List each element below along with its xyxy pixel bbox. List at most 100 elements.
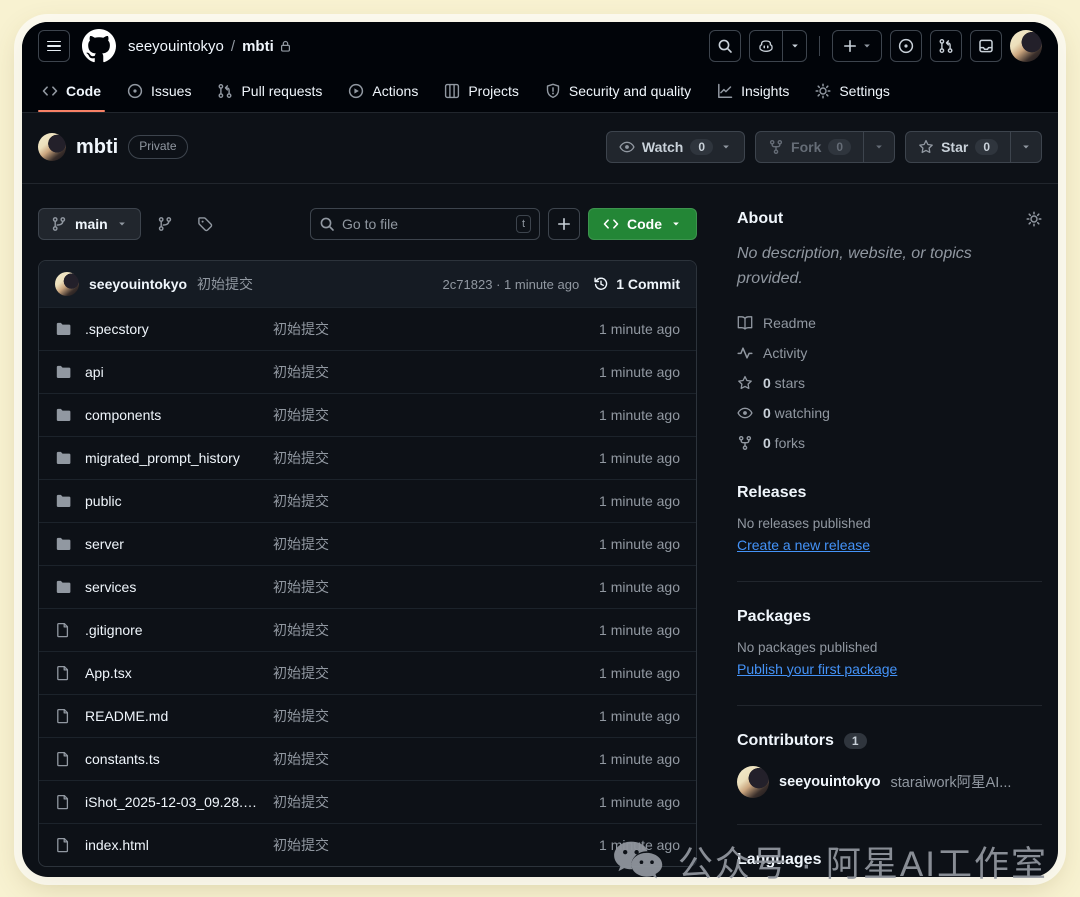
file-row[interactable]: iShot_2025-12-03_09.28.1... 初始提交 1 minut…: [39, 780, 696, 823]
file-name-link[interactable]: components: [85, 407, 259, 423]
file-commit-message-link[interactable]: 初始提交: [273, 448, 585, 468]
file-row[interactable]: components 初始提交 1 minute ago: [39, 393, 696, 436]
file-commit-message-link[interactable]: 初始提交: [273, 534, 585, 554]
star-button[interactable]: Star 0: [905, 131, 1042, 163]
file-commit-message-link[interactable]: 初始提交: [273, 620, 585, 640]
branch-selector[interactable]: main: [38, 208, 141, 240]
file-name-link[interactable]: server: [85, 536, 259, 552]
file-name-link[interactable]: public: [85, 493, 259, 509]
tab-code[interactable]: Code: [32, 70, 111, 112]
file-row[interactable]: server 初始提交 1 minute ago: [39, 522, 696, 565]
file-row[interactable]: migrated_prompt_history 初始提交 1 minute ag…: [39, 436, 696, 479]
publish-package-link[interactable]: Publish your first package: [737, 661, 897, 677]
inbox-button[interactable]: [970, 30, 1002, 62]
go-to-file-search[interactable]: t: [310, 208, 540, 240]
about-item-watching[interactable]: 0 watching: [737, 398, 1042, 428]
file-name-link[interactable]: iShot_2025-12-03_09.28.1...: [85, 794, 259, 810]
file-name-link[interactable]: index.html: [85, 837, 259, 853]
file-commit-time: 1 minute ago: [599, 794, 680, 810]
file-commit-message-link[interactable]: 初始提交: [273, 362, 585, 382]
repo-owner-avatar[interactable]: [38, 133, 66, 161]
file-name-link[interactable]: services: [85, 579, 259, 595]
search-button[interactable]: [709, 30, 741, 62]
file-name-link[interactable]: api: [85, 364, 259, 380]
folder-icon: [55, 450, 71, 466]
commit-author-avatar[interactable]: [55, 272, 79, 296]
create-new-button[interactable]: [832, 30, 882, 62]
file-commit-message-link[interactable]: 初始提交: [273, 405, 585, 425]
about-item-forks[interactable]: 0 forks: [737, 428, 1042, 458]
tab-actions[interactable]: Actions: [338, 70, 428, 112]
branches-button[interactable]: [149, 208, 181, 240]
branches-icon: [157, 216, 173, 232]
git-branch-icon: [51, 216, 67, 232]
create-new-caret-icon: [861, 40, 873, 52]
file-row[interactable]: App.tsx 初始提交 1 minute ago: [39, 651, 696, 694]
breadcrumb-owner-link[interactable]: seeyouintokyo: [128, 38, 224, 55]
add-file-button[interactable]: [548, 208, 580, 240]
file-commit-message-link[interactable]: 初始提交: [273, 319, 585, 339]
fork-button[interactable]: Fork 0: [755, 131, 895, 163]
copilot-chevron-down-icon[interactable]: [782, 31, 806, 61]
tags-button[interactable]: [189, 208, 221, 240]
folder-icon: [55, 407, 71, 423]
file-row[interactable]: README.md 初始提交 1 minute ago: [39, 694, 696, 737]
latest-commit-bar[interactable]: seeyouintokyo 初始提交 2c71823 · 1 minute ag…: [39, 261, 696, 307]
file-row[interactable]: constants.ts 初始提交 1 minute ago: [39, 737, 696, 780]
file-row[interactable]: .specstory 初始提交 1 minute ago: [39, 307, 696, 350]
issues-dashboard-button[interactable]: [890, 30, 922, 62]
commit-author[interactable]: seeyouintokyo: [89, 276, 187, 292]
file-row[interactable]: public 初始提交 1 minute ago: [39, 479, 696, 522]
copilot-button[interactable]: [749, 30, 807, 62]
file-commit-message-link[interactable]: 初始提交: [273, 577, 585, 597]
file-commit-message-link[interactable]: 初始提交: [273, 792, 585, 812]
tab-issues[interactable]: Issues: [117, 70, 201, 112]
file-name-link[interactable]: .gitignore: [85, 622, 259, 638]
commit-history-link[interactable]: 1 Commit: [593, 276, 680, 292]
about-description: No description, website, or topics provi…: [737, 242, 1042, 292]
breadcrumb-repo-link[interactable]: mbti: [242, 38, 292, 55]
about-item-readme[interactable]: Readme: [737, 308, 1042, 338]
about-item-stars[interactable]: 0 stars: [737, 368, 1042, 398]
tab-insights[interactable]: Insights: [707, 70, 799, 112]
gear-icon[interactable]: [1026, 211, 1042, 227]
about-item-activity[interactable]: Activity: [737, 338, 1042, 368]
file-commit-message-link[interactable]: 初始提交: [273, 663, 585, 683]
watch-button[interactable]: Watch 0: [606, 131, 745, 163]
file-row[interactable]: api 初始提交 1 minute ago: [39, 350, 696, 393]
tab-settings[interactable]: Settings: [805, 70, 900, 112]
contributor-row[interactable]: seeyouintokyo staraiwork阿星AI...: [737, 766, 1042, 798]
file-name-link[interactable]: constants.ts: [85, 751, 259, 767]
star-caret-icon: [1020, 141, 1032, 153]
file-commit-message-link[interactable]: 初始提交: [273, 706, 585, 726]
file-name-link[interactable]: migrated_prompt_history: [85, 450, 259, 466]
repo-nav-tabs: Code Issues Pull requests Actions Projec…: [22, 70, 1058, 113]
copilot-icon[interactable]: [750, 31, 782, 61]
file-row[interactable]: index.html 初始提交 1 minute ago: [39, 823, 696, 866]
file-commit-message-link[interactable]: 初始提交: [273, 749, 585, 769]
pull-requests-dashboard-button[interactable]: [930, 30, 962, 62]
file-icon: [55, 665, 71, 681]
code-dropdown-button[interactable]: Code: [588, 208, 697, 240]
user-avatar[interactable]: [1010, 30, 1042, 62]
commit-meta[interactable]: 2c71823 · 1 minute ago: [443, 277, 580, 292]
tab-security[interactable]: Security and quality: [535, 70, 701, 112]
contributor-avatar[interactable]: [737, 766, 769, 798]
file-row[interactable]: .gitignore 初始提交 1 minute ago: [39, 608, 696, 651]
create-release-link[interactable]: Create a new release: [737, 537, 870, 553]
file-name-link[interactable]: .specstory: [85, 321, 259, 337]
file-name-link[interactable]: README.md: [85, 708, 259, 724]
tab-pull-requests[interactable]: Pull requests: [207, 70, 332, 112]
plus-icon: [842, 38, 858, 54]
contributor-name[interactable]: seeyouintokyo: [779, 774, 881, 790]
file-row[interactable]: services 初始提交 1 minute ago: [39, 565, 696, 608]
file-commit-message-link[interactable]: 初始提交: [273, 491, 585, 511]
file-name-link[interactable]: App.tsx: [85, 665, 259, 681]
hamburger-menu-button[interactable]: [38, 30, 70, 62]
tab-projects[interactable]: Projects: [434, 70, 529, 112]
commit-message[interactable]: 初始提交: [197, 274, 253, 294]
go-to-file-input[interactable]: [342, 216, 509, 232]
file-commit-message-link[interactable]: 初始提交: [273, 835, 585, 855]
file-icon: [55, 751, 71, 767]
github-logo-icon[interactable]: [82, 29, 116, 63]
